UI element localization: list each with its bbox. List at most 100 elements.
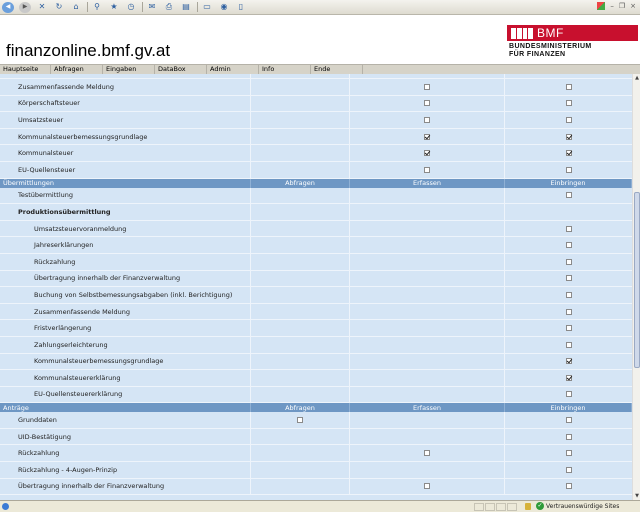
edit-icon[interactable]: ▤ [180, 2, 192, 13]
scroll-down-icon[interactable]: ▼ [633, 492, 640, 500]
table-row: Grunddaten [0, 412, 632, 429]
checkbox-einbringen[interactable] [565, 358, 572, 365]
table-row: Körperschaftsteuer [0, 95, 632, 113]
cell-erfassen [350, 462, 505, 478]
cell-erfassen [350, 145, 505, 161]
lock-icon [525, 503, 531, 510]
checkbox-einbringen[interactable] [565, 466, 572, 473]
scroll-thumb[interactable] [634, 192, 640, 368]
cell-abfragen [251, 386, 350, 403]
permission-label: Fristverlängerung [0, 320, 251, 336]
checkbox-einbringen[interactable] [565, 433, 572, 440]
checkbox-einbringen[interactable] [565, 258, 572, 265]
research-icon[interactable]: ▯ [235, 2, 247, 13]
column-header-abfragen: Abfragen [251, 403, 350, 413]
checkbox-erfassen[interactable] [424, 116, 430, 123]
permission-label: Kommunalsteuerbemessungsgrundlage [0, 128, 251, 145]
table-row: Kommunalsteuerbemessungsgrundlage [0, 353, 632, 371]
checkbox-einbringen[interactable] [565, 83, 572, 90]
table-row: Kommunalsteuerbemessungsgrundlage [0, 128, 632, 146]
stop-icon[interactable]: ✕ [36, 2, 48, 13]
cell-abfragen [251, 320, 350, 336]
cell-einbringen [505, 479, 632, 495]
checkbox-einbringen[interactable] [565, 100, 572, 107]
table-row: Fristverlängerung [0, 320, 632, 337]
toolbar-separator [142, 2, 143, 12]
forward-icon[interactable]: ▶ [19, 1, 31, 13]
cell-erfassen [350, 237, 505, 253]
checkbox-einbringen[interactable] [565, 374, 572, 381]
checkbox-einbringen[interactable] [565, 242, 572, 249]
security-zone[interactable]: ✓ Vertrauenswürdige Sites [536, 502, 619, 510]
cell-abfragen [251, 145, 350, 161]
cell-erfassen [350, 320, 505, 336]
favorites-icon[interactable]: ★ [108, 2, 120, 13]
cell-erfassen [350, 478, 505, 495]
refresh-icon[interactable]: ↻ [53, 2, 65, 13]
checkbox-erfassen[interactable] [424, 133, 430, 140]
checkbox-einbringen[interactable] [565, 133, 572, 140]
checkbox-einbringen[interactable] [565, 308, 572, 315]
messenger-icon[interactable]: ◉ [218, 2, 230, 13]
checkbox-einbringen[interactable] [565, 116, 572, 123]
history-icon[interactable]: ◷ [125, 2, 137, 13]
permission-label: Zusammenfassende Meldung [0, 303, 251, 320]
home-icon[interactable]: ⌂ [70, 2, 82, 13]
cell-einbringen [505, 387, 632, 403]
cell-einbringen [505, 112, 632, 128]
search-icon[interactable]: ⚲ [91, 2, 103, 13]
permission-label: Umsatzsteuer [0, 112, 251, 128]
discuss-icon[interactable]: ▭ [201, 2, 213, 13]
checkbox-erfassen[interactable] [424, 83, 430, 90]
cell-abfragen [251, 128, 350, 145]
checkbox-erfassen[interactable] [424, 450, 430, 457]
checkbox-erfassen[interactable] [424, 150, 430, 157]
checkbox-erfassen[interactable] [424, 483, 430, 490]
checkbox-einbringen[interactable] [565, 450, 572, 457]
cell-einbringen [505, 429, 632, 445]
cell-einbringen [505, 221, 632, 237]
checkbox-einbringen[interactable] [565, 417, 572, 424]
checkbox-einbringen[interactable] [565, 150, 572, 157]
checkbox-abfragen[interactable] [297, 417, 303, 424]
status-bar: ✓ Vertrauenswürdige Sites [0, 500, 640, 512]
cell-abfragen [251, 204, 350, 220]
checkbox-einbringen[interactable] [565, 483, 572, 490]
checkbox-erfassen[interactable] [424, 166, 430, 173]
checkbox-erfassen[interactable] [424, 100, 430, 107]
checkbox-einbringen[interactable] [565, 341, 572, 348]
cell-erfassen [350, 79, 505, 95]
close-icon[interactable]: × [630, 2, 636, 10]
checkbox-einbringen[interactable] [565, 391, 572, 398]
restore-icon[interactable]: ❐ [619, 2, 625, 10]
checkbox-einbringen[interactable] [565, 275, 572, 282]
cell-abfragen [251, 79, 350, 95]
checkbox-einbringen[interactable] [565, 225, 572, 232]
table-row: Rückzahlung [0, 445, 632, 463]
checkbox-einbringen[interactable] [565, 291, 572, 298]
permission-label: Umsatzsteuervoranmeldung [0, 220, 251, 237]
checkbox-einbringen[interactable] [565, 166, 572, 173]
cell-erfassen [350, 303, 505, 320]
permission-label: Rückzahlung [0, 253, 251, 270]
permission-label: Rückzahlung - 4-Augen-Prinzip [0, 462, 251, 478]
permission-label: Körperschaftsteuer [0, 95, 251, 112]
cell-einbringen [505, 354, 632, 370]
column-header-erfassen: Erfassen [350, 178, 505, 188]
mail-icon[interactable]: ✉ [146, 2, 158, 13]
vertical-scrollbar[interactable]: ▲ ▼ [632, 74, 640, 500]
minimize-icon[interactable]: – [610, 2, 614, 10]
cell-einbringen [505, 412, 632, 428]
table-row: Umsatzsteuer [0, 112, 632, 129]
cell-abfragen [251, 161, 350, 178]
scroll-up-icon[interactable]: ▲ [633, 74, 640, 82]
checkbox-einbringen[interactable] [565, 192, 572, 199]
back-icon[interactable]: ◀ [2, 1, 14, 13]
checkbox-einbringen[interactable] [565, 325, 572, 332]
site-header: finanzonline.bmf.gv.at BMF BUNDESMINISTE… [0, 16, 640, 62]
cell-abfragen [251, 370, 350, 386]
permission-label: Kommunalsteuerbemessungsgrundlage [0, 353, 251, 370]
print-icon[interactable]: ⎙ [163, 2, 175, 13]
bmf-logo[interactable]: BMF [507, 25, 638, 41]
cell-einbringen [505, 162, 632, 178]
